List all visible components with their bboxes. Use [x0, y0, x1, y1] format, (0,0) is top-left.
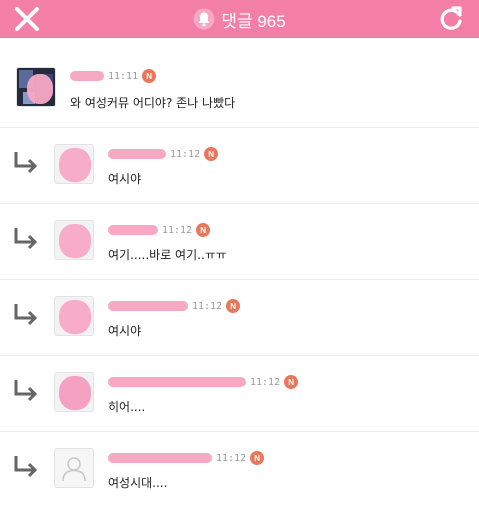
comment-count-title: 댓글 965 — [221, 11, 286, 31]
nickname-redacted — [108, 453, 212, 463]
reply-item: 11:12 N 여기.....바로 여기..ㅠㅠ — [0, 204, 479, 280]
comment-text: 히어.... — [108, 400, 146, 414]
avatar[interactable] — [54, 372, 94, 412]
comment-meta: 11:12 N — [108, 298, 241, 314]
comment-text: 여성시대.... — [108, 476, 168, 490]
comment-text: 와 여성커뮤 어디야? 존나 나빴다 — [70, 96, 236, 110]
comment-meta: 11:12 N — [108, 222, 211, 238]
nickname-redacted — [108, 301, 188, 311]
nickname-redacted — [108, 377, 246, 387]
new-badge: N — [284, 375, 299, 389]
comment-time: 11:11 — [108, 70, 139, 82]
avatar[interactable] — [54, 296, 94, 336]
reply-arrow-icon — [12, 302, 40, 326]
avatar[interactable] — [54, 144, 94, 184]
comment-meta: 11:11 N — [70, 68, 157, 84]
header-title-group: 댓글 965 — [0, 0, 479, 38]
reply-item: 11:12 N 여시야 — [0, 280, 479, 356]
reply-arrow-icon — [12, 378, 40, 402]
new-badge: N — [250, 451, 265, 465]
reply-item: 11:12 N 여성시대.... — [0, 432, 479, 507]
comment-text: 여기.....바로 여기..ㅠㅠ — [108, 248, 227, 262]
bell-icon — [193, 8, 215, 30]
comment-time: 11:12 — [216, 452, 247, 464]
comment-text: 여시야 — [108, 324, 142, 338]
avatar[interactable] — [16, 67, 56, 107]
top-bar: 댓글 965 — [0, 0, 479, 38]
comment-time: 11:12 — [162, 224, 193, 236]
new-badge: N — [226, 299, 241, 313]
new-badge: N — [142, 69, 157, 83]
comment-item: 11:11 N 와 여성커뮤 어디야? 존나 나빴다 — [0, 52, 479, 128]
comment-time: 11:12 — [192, 300, 223, 312]
nickname-redacted — [108, 225, 158, 235]
refresh-icon[interactable] — [437, 5, 465, 33]
comment-text: 여시야 — [108, 172, 142, 186]
comment-meta: 11:12 N — [108, 374, 299, 390]
new-badge: N — [204, 147, 219, 161]
avatar[interactable] — [54, 220, 94, 260]
comment-time: 11:12 — [170, 148, 201, 160]
reply-item: 11:12 N 여시야 — [0, 128, 479, 204]
reply-arrow-icon — [12, 226, 40, 250]
nickname-redacted — [108, 149, 166, 159]
comment-list: 11:11 N 와 여성커뮤 어디야? 존나 나빴다 11:12 N 여시야 1… — [0, 52, 479, 507]
reply-arrow-icon — [12, 454, 40, 478]
avatar[interactable] — [54, 448, 94, 488]
comment-meta: 11:12 N — [108, 450, 265, 466]
default-user-icon — [62, 457, 86, 482]
comment-meta: 11:12 N — [108, 146, 219, 162]
reply-arrow-icon — [12, 150, 40, 174]
nickname-redacted — [70, 71, 104, 81]
new-badge: N — [196, 223, 211, 237]
reply-item: 11:12 N 히어.... — [0, 356, 479, 432]
comment-time: 11:12 — [250, 376, 281, 388]
